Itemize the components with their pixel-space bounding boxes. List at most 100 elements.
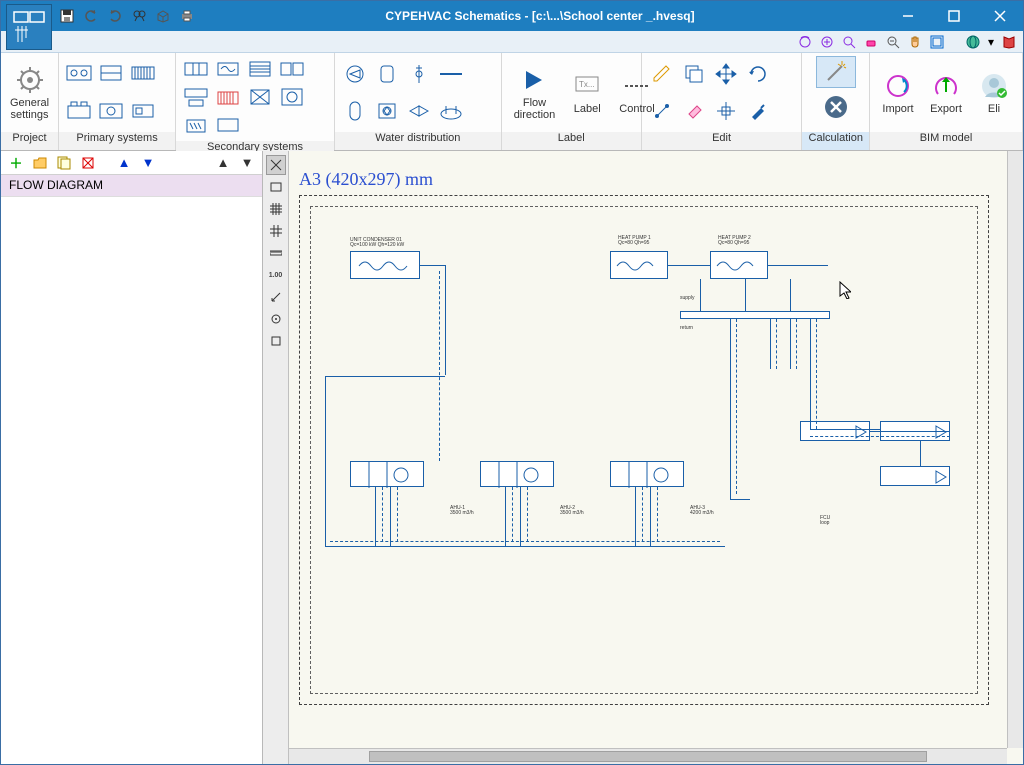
print-icon[interactable] bbox=[179, 8, 195, 24]
heatpump-icon[interactable] bbox=[129, 62, 157, 86]
fcu-icon[interactable] bbox=[214, 57, 242, 81]
schem-chiller-1[interactable] bbox=[350, 251, 420, 279]
schem-manifold[interactable] bbox=[680, 311, 830, 319]
copy-icon[interactable] bbox=[680, 62, 708, 86]
cassette-icon[interactable] bbox=[246, 85, 274, 109]
radiator2-icon[interactable] bbox=[246, 57, 274, 81]
schem-ahu-3[interactable] bbox=[610, 461, 684, 487]
ahu-icon[interactable] bbox=[182, 57, 210, 81]
grid2-mode-icon[interactable] bbox=[266, 221, 286, 241]
schem-ahu-1[interactable] bbox=[350, 461, 424, 487]
unit1-icon[interactable] bbox=[65, 99, 93, 123]
move-group-icon[interactable] bbox=[712, 99, 740, 123]
coil-icon[interactable] bbox=[278, 57, 306, 81]
scale-icon[interactable]: 1.00 bbox=[266, 265, 286, 285]
box-icon[interactable] bbox=[155, 8, 171, 24]
quick-access-toolbar bbox=[59, 8, 195, 24]
boiler-icon[interactable] bbox=[97, 62, 125, 86]
drawing-canvas[interactable]: A3 (420x297) mm UNIT CONDENSER 01Qc=100 … bbox=[289, 151, 1023, 764]
measure-icon[interactable] bbox=[266, 287, 286, 307]
unit2-icon[interactable] bbox=[97, 99, 125, 123]
globe-plus-icon[interactable] bbox=[819, 34, 835, 50]
copy2-icon[interactable] bbox=[55, 154, 73, 172]
redo-icon[interactable] bbox=[107, 8, 123, 24]
grid-mode-icon[interactable] bbox=[266, 199, 286, 219]
zoom-sel-icon[interactable] bbox=[841, 34, 857, 50]
floor-icon[interactable] bbox=[214, 113, 242, 137]
pipe bbox=[330, 541, 720, 542]
manifold-icon[interactable] bbox=[437, 99, 465, 123]
split-icon[interactable] bbox=[182, 85, 210, 109]
exchanger-icon[interactable] bbox=[373, 99, 401, 123]
zoom-out-icon[interactable] bbox=[885, 34, 901, 50]
scroll-thumb[interactable] bbox=[369, 751, 927, 762]
arrow-down-icon[interactable]: ▼ bbox=[139, 154, 157, 172]
3way-icon[interactable] bbox=[405, 99, 433, 123]
open-icon[interactable] bbox=[31, 154, 49, 172]
pan-hand-icon[interactable] bbox=[907, 34, 923, 50]
ruler-icon[interactable] bbox=[266, 243, 286, 263]
user-button[interactable]: Eli bbox=[972, 67, 1016, 119]
heater-icon[interactable] bbox=[182, 113, 210, 137]
paint-icon[interactable] bbox=[744, 99, 772, 123]
cursor-mode-icon[interactable] bbox=[266, 155, 286, 175]
flow-direction-button[interactable]: Flow direction bbox=[508, 61, 562, 125]
minimize-button[interactable] bbox=[885, 1, 931, 31]
tank-icon[interactable] bbox=[373, 62, 401, 86]
world-icon[interactable] bbox=[965, 34, 981, 50]
pipe-icon[interactable] bbox=[437, 62, 465, 86]
book-icon[interactable] bbox=[1001, 34, 1017, 50]
target-icon[interactable] bbox=[266, 309, 286, 329]
full-window-icon[interactable] bbox=[929, 34, 945, 50]
pipe bbox=[768, 265, 828, 266]
globe-refresh-icon[interactable] bbox=[797, 34, 813, 50]
eraser-icon[interactable] bbox=[863, 34, 879, 50]
eraser2-icon[interactable] bbox=[680, 99, 708, 123]
horizontal-scrollbar[interactable] bbox=[289, 748, 1007, 764]
expand-icon[interactable]: ▼ bbox=[238, 154, 256, 172]
layers-icon[interactable] bbox=[266, 331, 286, 351]
valve-icon[interactable] bbox=[405, 62, 433, 86]
move-icon[interactable] bbox=[712, 62, 740, 86]
collapse-icon[interactable]: ▲ bbox=[214, 154, 232, 172]
error-circle-icon[interactable] bbox=[816, 91, 856, 123]
schem-fcu-3[interactable] bbox=[880, 466, 950, 486]
save-icon[interactable] bbox=[59, 8, 75, 24]
schem-ahu-2[interactable] bbox=[480, 461, 554, 487]
chiller-icon[interactable] bbox=[65, 62, 93, 86]
schem-annot: supply bbox=[680, 296, 694, 301]
tree-item-flowdiagram[interactable]: FLOW DIAGRAM bbox=[1, 175, 262, 197]
arrow-up-icon[interactable]: ▲ bbox=[115, 154, 133, 172]
pencil-icon[interactable] bbox=[648, 62, 676, 86]
pipe bbox=[650, 487, 651, 547]
schem-annot: HEAT PUMP 1Qc=80 Qh=95 bbox=[618, 236, 651, 246]
find-icon[interactable] bbox=[131, 8, 147, 24]
radiator-icon[interactable] bbox=[214, 85, 242, 109]
general-settings-button[interactable]: General settings bbox=[4, 61, 55, 125]
ribbon-group-primary: Primary systems bbox=[59, 53, 176, 150]
pipe bbox=[770, 319, 771, 369]
schem-annot: AHU-23500 m3/h bbox=[560, 506, 584, 516]
schem-cond-1[interactable] bbox=[610, 251, 668, 279]
label-button[interactable]: Tx... Label bbox=[565, 67, 609, 119]
chevron-down-icon[interactable]: ▾ bbox=[987, 34, 995, 50]
import-button[interactable]: Import bbox=[876, 67, 920, 119]
undo-icon[interactable] bbox=[83, 8, 99, 24]
pump-icon[interactable] bbox=[341, 62, 369, 86]
buffer-icon[interactable] bbox=[341, 99, 369, 123]
rect-mode-icon[interactable] bbox=[266, 177, 286, 197]
edit-point-icon[interactable] bbox=[648, 99, 676, 123]
vrf-icon[interactable] bbox=[278, 85, 306, 109]
schem-cond-2[interactable] bbox=[710, 251, 768, 279]
close-button[interactable] bbox=[977, 1, 1023, 31]
app-logo[interactable] bbox=[6, 4, 52, 50]
export-button[interactable]: Export bbox=[924, 67, 968, 119]
tree-list[interactable]: FLOW DIAGRAM bbox=[1, 175, 262, 764]
add-icon[interactable]: ＋ bbox=[7, 154, 25, 172]
vertical-scrollbar[interactable] bbox=[1007, 151, 1023, 748]
maximize-button[interactable] bbox=[931, 1, 977, 31]
wand-icon[interactable] bbox=[816, 56, 856, 88]
unit3-icon[interactable] bbox=[129, 99, 157, 123]
delete-icon[interactable] bbox=[79, 154, 97, 172]
rotate-icon[interactable] bbox=[744, 62, 772, 86]
